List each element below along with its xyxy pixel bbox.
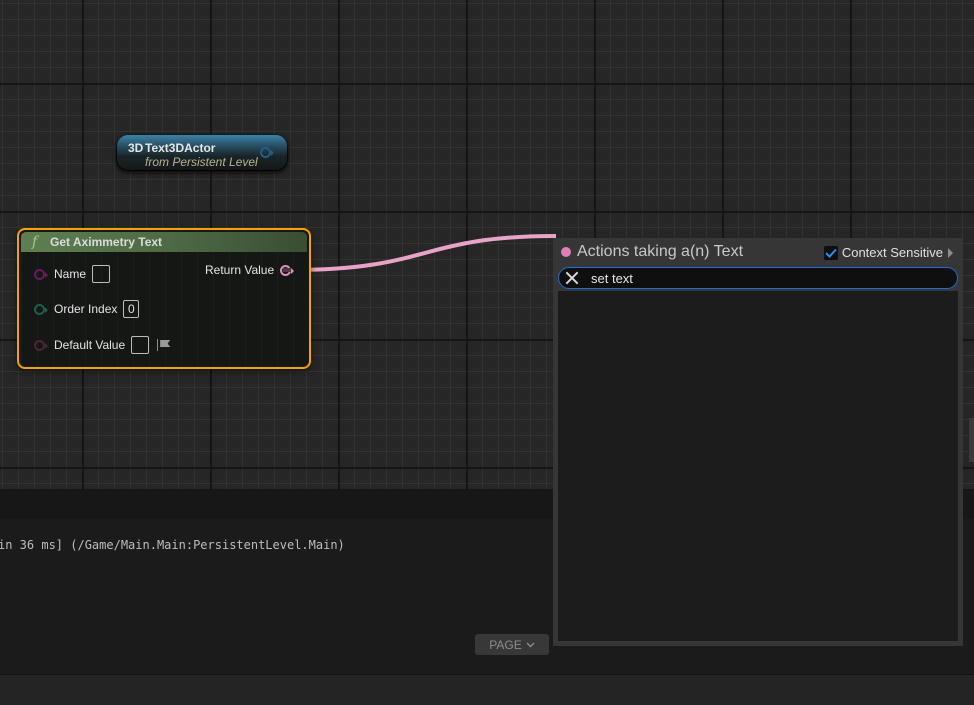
input-row-default-value: Default Value [34,336,171,354]
actor-reference-node[interactable]: 3D Text3DActor from Persistent Level [116,134,288,171]
page-dropdown-button[interactable]: PAGE [475,634,549,655]
default-value-field[interactable] [131,336,150,354]
function-node-header[interactable]: f Get Aximmetry Text [21,232,307,252]
graph-scrollbar[interactable] [969,418,974,462]
actor-node-title: Text3DActor [145,141,216,155]
status-bar [0,674,974,705]
context-sensitive-toggle[interactable]: Context Sensitive [823,245,953,260]
context-sensitive-checkbox[interactable] [823,245,838,260]
actor-node-subtitle: from Persistent Level [145,155,258,169]
checkmark-icon [825,248,837,258]
action-menu-header: Actions taking a(n) Text Context Sensiti… [553,238,963,266]
text-type-dot-icon [561,247,571,257]
context-sensitive-label: Context Sensitive [841,245,943,260]
input-row-order-index: Order Index 0 [34,300,140,318]
action-search-input[interactable] [591,270,931,286]
default-value-pin-label: Default Value [54,338,126,352]
action-search-box[interactable] [558,267,958,289]
name-pin-label: Name [54,267,87,281]
chevron-down-icon [526,642,535,647]
return-value-label: Return Value [205,263,275,277]
return-pin-stub [283,268,291,272]
actor-output-pin[interactable] [260,147,274,158]
get-aximmetry-text-node[interactable]: f Get Aximmetry Text Name Order Index 0 … [17,228,311,369]
output-row-return-value: Return Value [205,263,295,277]
context-action-menu: Actions taking a(n) Text Context Sensiti… [553,238,963,646]
clear-search-icon[interactable] [565,271,579,285]
order-index-input-pin[interactable] [34,303,48,315]
localization-flag-icon[interactable] [157,338,171,352]
input-row-name: Name [34,265,111,283]
log-message: in 36 ms] (/Game/Main.Main:PersistentLev… [0,538,345,552]
name-value-field[interactable] [92,265,111,283]
action-results-list[interactable] [558,291,958,641]
function-icon: f [32,234,38,250]
action-menu-title: Actions taking a(n) Text [577,243,744,260]
expand-arrow-icon[interactable] [948,247,953,258]
order-index-value-field[interactable]: 0 [123,300,140,318]
function-node-title: Get Aximmetry Text [50,235,163,249]
actor-3d-badge: 3D [128,141,144,155]
default-value-input-pin[interactable] [34,339,48,351]
page-button-label: PAGE [489,637,522,652]
order-index-pin-label: Order Index [54,302,118,316]
name-input-pin[interactable] [34,268,48,280]
